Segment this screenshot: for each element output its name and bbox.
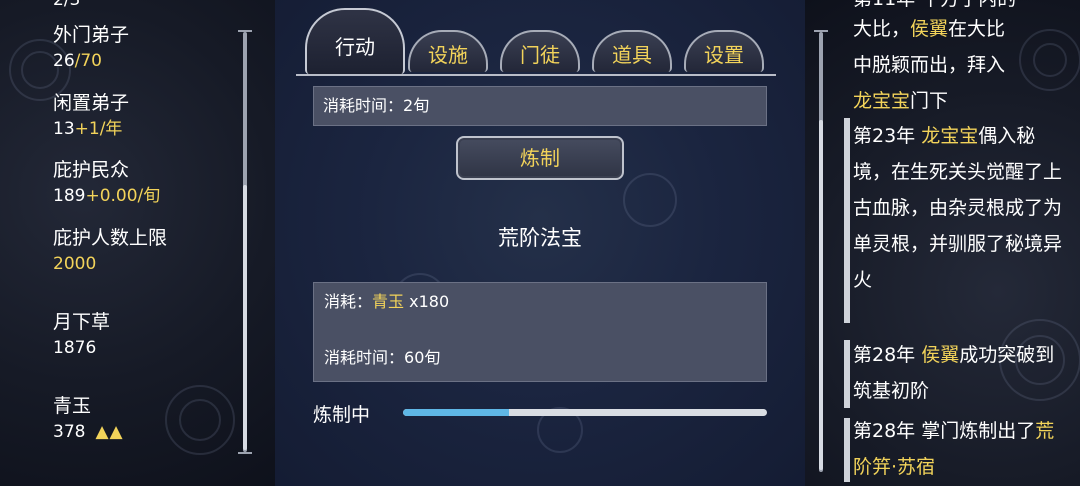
stat-partial-top: 2/3 <box>53 0 81 10</box>
time-cost-bar: 消耗时间：2旬 <box>313 86 767 126</box>
item-title: 荒阶法宝 <box>498 226 582 250</box>
log-separator <box>844 118 850 323</box>
stat-outer-disciples: 外门弟子 26/70 <box>53 24 130 71</box>
progress-bar <box>403 409 767 416</box>
stat-moon-grass: 月下草 1876 <box>53 311 111 358</box>
stat-idle-disciples: 闲置弟子 13+1/年 <box>53 92 130 139</box>
cost-panel: 消耗：青玉 x180 消耗时间：60旬 <box>313 282 767 382</box>
cost-line: 消耗：青玉 x180 <box>324 292 450 311</box>
stat-protection-limit: 庇护人数上限 2000 <box>53 227 168 274</box>
log-entry-2: 第23年 龙宝宝偶入秘境，在生死关头觉醒了上古血脉，由杂灵根成了为单灵根，并驯服… <box>853 125 1063 291</box>
log-entry-4: 第28年 掌门炼制出了荒阶笄·苏宿 <box>853 420 1055 478</box>
log-entry-1: 大比，侯翼在大比 中脱颖而出，拜入 龙宝宝门下 <box>853 18 1006 112</box>
upgrade-arrows-icon: ▲▲ <box>95 422 124 442</box>
left-rail-cap-bottom <box>238 452 252 454</box>
progress-label: 炼制中 <box>313 404 371 426</box>
left-scrollbar-thumb[interactable] <box>243 185 247 450</box>
log-separator <box>844 418 850 482</box>
time-line: 消耗时间：60旬 <box>324 348 441 367</box>
stat-protected-people: 庇护民众 189+0.00/旬 <box>53 159 161 206</box>
forge-button[interactable]: 炼制 <box>456 136 624 180</box>
stat-jade: 青玉 378 ▲▲ <box>53 395 124 442</box>
right-scrollbar-thumb[interactable] <box>819 120 823 470</box>
tab-action[interactable]: 行动 <box>305 8 405 74</box>
progress-fill <box>403 409 509 416</box>
log-entry-3: 第28年 侯翼成功突破到筑基初阶 <box>853 344 1055 402</box>
log-separator <box>844 340 850 408</box>
